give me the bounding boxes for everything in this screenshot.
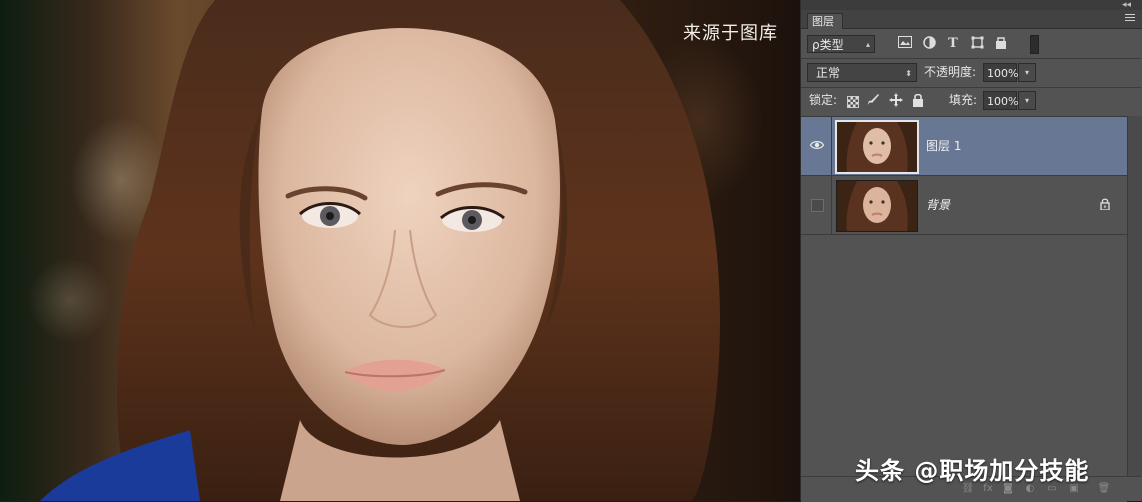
- layer-row-layer1[interactable]: 图层 1: [801, 117, 1127, 176]
- visibility-checkbox[interactable]: [811, 199, 824, 212]
- panel-tab-bar: 图层: [801, 10, 1142, 29]
- lock-label: 锁定:: [809, 93, 838, 107]
- blend-row: 正常 ⬍ 不透明度: 100% ▾: [801, 62, 1141, 84]
- lock-icon: [1100, 198, 1110, 210]
- tab-layers[interactable]: 图层: [807, 13, 843, 29]
- fill-input[interactable]: 100%: [983, 91, 1018, 110]
- type-filter-icon[interactable]: T: [945, 36, 961, 52]
- collapse-panel-icon[interactable]: ◂◂: [1122, 0, 1131, 10]
- filter-kind-select[interactable]: ρ类型 ▴: [807, 35, 875, 53]
- visibility-cell[interactable]: [801, 176, 832, 234]
- delete-layer-icon[interactable]: 🗑: [1097, 482, 1111, 496]
- blend-mode-select[interactable]: 正常 ⬍: [807, 63, 917, 82]
- layer-name[interactable]: 图层 1: [926, 137, 961, 154]
- layer-name[interactable]: 背景: [926, 196, 950, 213]
- fill-dropdown-button[interactable]: ▾: [1018, 91, 1036, 110]
- chevron-updown-icon: ▴: [865, 40, 870, 49]
- layer-row-background[interactable]: 背景: [801, 176, 1127, 235]
- filter-kind-label: ρ类型: [812, 38, 844, 52]
- author-watermark: 头条 @职场加分技能: [855, 457, 1090, 485]
- fill-label: 填充:: [949, 93, 978, 107]
- layer-thumbnail[interactable]: [835, 120, 919, 174]
- visibility-cell[interactable]: [801, 117, 832, 175]
- lock-transparent-pixels-icon[interactable]: [847, 96, 859, 108]
- smart-object-filter-icon[interactable]: [993, 36, 1009, 52]
- lock-position-icon[interactable]: [889, 93, 903, 107]
- chevron-updown-icon: ⬍: [905, 69, 912, 78]
- image-filter-icon[interactable]: [897, 36, 913, 52]
- layer-thumbnail[interactable]: [836, 180, 918, 232]
- opacity-input[interactable]: 100%: [983, 63, 1018, 82]
- layer-filter-row: ρ类型 ▴ T: [801, 34, 1141, 56]
- adjustment-filter-icon[interactable]: [921, 36, 937, 52]
- layers-list: 图层 1 背景: [801, 116, 1127, 502]
- blend-mode-value: 正常: [816, 66, 841, 80]
- opacity-dropdown-button[interactable]: ▾: [1018, 63, 1036, 82]
- lock-row: 锁定: 填充: 100% ▾: [801, 90, 1141, 112]
- document-canvas[interactable]: 来源于图库: [0, 0, 800, 501]
- opacity-label: 不透明度:: [924, 65, 977, 79]
- filter-toggle-switch[interactable]: [1030, 35, 1039, 54]
- shape-filter-icon[interactable]: [969, 36, 985, 52]
- portrait-photo: [40, 0, 720, 501]
- layers-scrollbar[interactable]: [1127, 116, 1142, 476]
- panel-menu-icon[interactable]: [1125, 14, 1135, 23]
- eye-icon[interactable]: [810, 140, 824, 150]
- layers-panel: ◂◂ 图层 ρ类型 ▴ T 正常 ⬍ 不透明度: 100% ▾ 锁定: 填充: …: [800, 0, 1142, 502]
- panel-header-strip: ◂◂: [801, 0, 1142, 10]
- lock-image-pixels-icon[interactable]: [866, 93, 880, 107]
- lock-all-icon[interactable]: [911, 93, 925, 107]
- source-watermark: 来源于图库: [683, 23, 778, 44]
